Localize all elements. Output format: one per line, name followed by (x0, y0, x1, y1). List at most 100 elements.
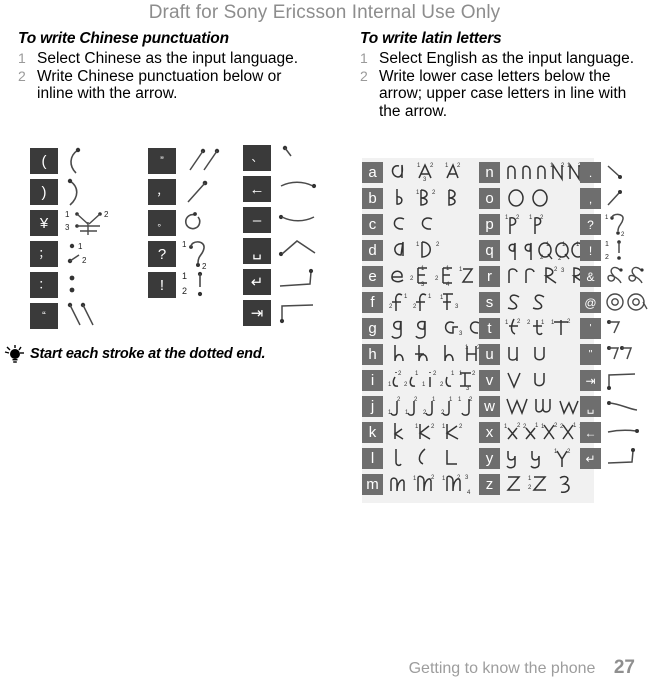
tile-letter-s: s (479, 292, 500, 313)
svg-text:2: 2 (605, 254, 609, 261)
key-space: ␣ (243, 238, 271, 264)
key-enter: ↵ (243, 269, 271, 295)
list-item: 1 Select English as the input language. (360, 50, 645, 68)
variant-strokes-i: 12 21 12 21 123 (387, 368, 482, 392)
svg-text:2: 2 (398, 371, 402, 377)
svg-text:1: 1 (573, 423, 577, 429)
stroke-diagram-yuan-sign: 1 2 3 (64, 208, 134, 238)
svg-text:2: 2 (440, 382, 444, 388)
variant-strokes-p: 12 12 (504, 212, 592, 236)
tile-letter-w: w (479, 396, 500, 417)
svg-text:2: 2 (459, 424, 463, 430)
svg-text:2: 2 (182, 286, 187, 296)
svg-text:1: 1 (442, 424, 446, 430)
step-number: 2 (18, 67, 26, 84)
variant-strokes-o (504, 186, 592, 210)
stroke-diagram-left-parenthesis (64, 146, 124, 176)
stroke-diagram-backspace (605, 420, 645, 444)
stroke-diagram-question-mark: 1 2 (182, 239, 242, 271)
svg-text:1: 1 (458, 397, 462, 403)
svg-text:1: 1 (505, 320, 509, 326)
svg-text:2: 2 (432, 190, 436, 196)
chinese-key-row: ⇥ (243, 300, 314, 326)
key-backspace: ← (243, 176, 271, 202)
key-ampersand: & (580, 266, 601, 287)
key-backspace: ← (580, 422, 601, 443)
variant-strokes-z: 12 (504, 472, 592, 496)
svg-text:1: 1 (416, 242, 420, 248)
latin-symbol-row-question: ? 1 2 (580, 213, 625, 238)
chinese-key-row: ( (30, 147, 81, 174)
stroke-diagram-exclamation-mark: 1 2 (182, 270, 242, 302)
tile-letter-k: k (362, 422, 383, 443)
latin-row-z: z 1 2 (479, 474, 570, 495)
stroke-diagram-ideographic-period (182, 208, 242, 238)
key-ideographic-period: 。 (148, 210, 176, 236)
variant-strokes-n: 12 12 3 (504, 160, 592, 184)
latin-symbol-row-at: @ (580, 292, 648, 313)
svg-text:2: 2 (82, 256, 87, 265)
svg-text:1: 1 (404, 294, 408, 300)
tile-letter-l: l (362, 448, 383, 469)
tile-letter-t: t (479, 318, 500, 339)
latin-row-u: u (479, 344, 545, 365)
svg-text:2: 2 (567, 449, 571, 455)
svg-text:1: 1 (446, 266, 450, 272)
key-yuan-sign: ¥ (30, 210, 58, 236)
left-step-list: 1 Select Chinese as the input language. … (18, 50, 318, 103)
svg-text:4: 4 (467, 490, 471, 496)
chinese-key-row: ； 1 2 (30, 241, 87, 267)
latin-symbol-row-enter: ↵ (580, 448, 635, 469)
stroke-diagram-exclamation: 12 (605, 238, 645, 262)
svg-text:3: 3 (459, 331, 463, 337)
latin-row-p: p 12 12 (479, 214, 544, 235)
tile-letter-i: i (362, 370, 383, 391)
tile-letter-j: j (362, 396, 383, 417)
latin-row-d: d 1 2 (362, 240, 440, 261)
latin-row-w: w (479, 396, 579, 417)
chinese-key-row: ， (148, 179, 208, 205)
tip-text: Start each stroke at the dotted end. (30, 346, 266, 362)
latin-row-x: x 12 21 12 21 12 (479, 422, 596, 443)
variant-strokes-c (387, 212, 475, 236)
step-text: Select Chinese as the input language. (37, 50, 299, 67)
svg-text:2: 2 (517, 423, 521, 429)
step-number: 1 (18, 50, 26, 66)
list-item: 2 Write lower case letters below the arr… (360, 68, 645, 121)
svg-text:2: 2 (431, 424, 435, 430)
svg-text:2: 2 (389, 304, 393, 310)
step-text: Select English as the input language. (379, 50, 635, 67)
key-right-double-quote: ” (148, 148, 176, 174)
variant-strokes-g: 3 (387, 316, 482, 340)
page-footer: Getting to know the phone 27 (0, 657, 649, 679)
right-step-list: 1 Select English as the input language. … (360, 50, 645, 120)
latin-row-l: l (362, 448, 457, 469)
chinese-key-row: ” (148, 148, 220, 174)
chinese-key-row: ? 1 2 (148, 240, 207, 271)
svg-text:1: 1 (529, 215, 533, 221)
tile-letter-h: h (362, 344, 383, 365)
tile-letter-z: z (479, 474, 500, 495)
svg-text:1: 1 (535, 423, 539, 429)
svg-text:2: 2 (436, 242, 440, 248)
draft-watermark: Draft for Sony Ericsson Internal Use Onl… (148, 2, 501, 23)
latin-row-r: r 23 (479, 266, 585, 287)
svg-text:1: 1 (541, 320, 545, 326)
latin-row-e: e 213 214 1 (362, 266, 474, 288)
key-enter: ↵ (580, 448, 601, 469)
tile-letter-d: d (362, 240, 383, 261)
key-question: ? (580, 214, 601, 235)
svg-text:3: 3 (466, 386, 470, 392)
latin-symbol-row-ampersand: & (580, 266, 644, 287)
list-item: 2 Write Chinese punctuation below or inl… (18, 68, 318, 103)
svg-text:2: 2 (435, 276, 439, 282)
left-instruction-column: To write Chinese punctuation 1 Select Ch… (18, 30, 318, 103)
variant-strokes-j: 12 12 21 21 12 (387, 394, 482, 418)
svg-text:1: 1 (440, 295, 444, 301)
latin-symbol-row-comma: , (580, 188, 622, 209)
tile-letter-o: o (479, 188, 500, 209)
svg-text:2: 2 (554, 423, 558, 429)
svg-text:1: 1 (442, 476, 446, 482)
svg-text:2: 2 (430, 163, 434, 169)
svg-text:2: 2 (431, 475, 435, 481)
